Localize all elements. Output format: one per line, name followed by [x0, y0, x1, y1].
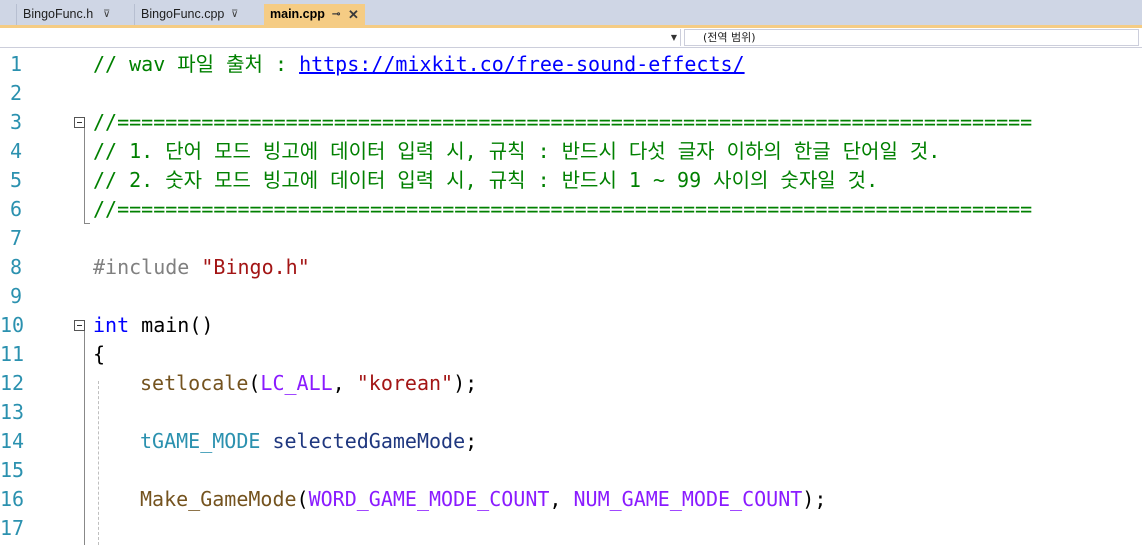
- line-number: 7: [9, 226, 22, 250]
- macro: NUM_GAME_MODE_COUNT: [573, 487, 803, 511]
- outline-guide: [84, 331, 85, 545]
- line-number: 1: [9, 52, 22, 76]
- pin-icon[interactable]: ⊽: [231, 4, 238, 25]
- line-number: 8: [9, 255, 22, 279]
- tab-label: BingoFunc.cpp: [141, 7, 225, 21]
- code-line-5: // 2. 숫자 모드 빙고에 데이터 입력 시, 규칙 : 반드시 1 ~ 9…: [93, 166, 878, 195]
- code-line-11: {: [93, 340, 105, 369]
- line-number: 9: [9, 284, 22, 308]
- line-number: 16: [0, 487, 25, 511]
- code-line-1: // wav 파일 출처 : https://mixkit.co/free-so…: [93, 50, 745, 79]
- function-name: setlocale: [140, 371, 249, 395]
- outline-guide: [84, 128, 85, 224]
- code-line-4: // 1. 단어 모드 빙고에 데이터 입력 시, 규칙 : 반드시 다섯 글자…: [93, 137, 940, 166]
- line-number: 15: [0, 458, 25, 482]
- punctuation: ,: [549, 487, 574, 511]
- navigation-bar: ▼ (전역 범위): [0, 28, 1142, 48]
- line-number: 14: [0, 429, 25, 453]
- document-tab-strip: BingoFunc.h ⊽ BingoFunc.cpp ⊽ main.cpp ⊸…: [0, 0, 1142, 28]
- outline-guide-end: [84, 223, 90, 224]
- macro: LC_ALL: [260, 371, 333, 395]
- punctuation: (: [248, 371, 261, 395]
- comment: // wav 파일 출처 :: [93, 52, 300, 76]
- url-link[interactable]: https://mixkit.co/free-sound-effects/: [299, 52, 745, 76]
- include-path: "Bingo.h": [201, 255, 310, 279]
- tab-bingofunc-h[interactable]: BingoFunc.h ⊽: [16, 4, 134, 25]
- code-line-12: setlocale(LC_ALL, "korean");: [140, 369, 477, 398]
- line-number: 10: [0, 313, 25, 337]
- line-number: 11: [0, 342, 25, 366]
- collapse-icon[interactable]: [74, 320, 85, 331]
- comment: // 1. 단어 모드 빙고에 데이터 입력 시, 규칙 : 반드시 다섯 글자…: [93, 139, 941, 163]
- type-name: tGAME_MODE: [140, 429, 261, 453]
- line-number: 4: [9, 139, 22, 163]
- code-line-3: //======================================…: [93, 108, 1032, 137]
- comment: // 2. 숫자 모드 빙고에 데이터 입력 시, 규칙 : 반드시 1 ~ 9…: [93, 168, 879, 192]
- macro: WORD_GAME_MODE_COUNT: [308, 487, 550, 511]
- keyword: int: [93, 313, 130, 337]
- scope-dropdown[interactable]: (전역 범위): [684, 29, 1139, 46]
- scope-dropdown-value: (전역 범위): [703, 31, 756, 44]
- code-editor[interactable]: 1 2 3 4 5 6 7 8 9 10 11 12 13 14 15 16 1…: [0, 48, 1142, 545]
- code-line-14: tGAME_MODE selectedGameMode;: [140, 427, 477, 456]
- string-literal: "korean": [356, 371, 454, 395]
- preprocessor-directive: #include: [93, 255, 202, 279]
- comment: //======================================…: [93, 197, 1033, 221]
- member-dropdown[interactable]: ▼: [0, 29, 681, 46]
- close-icon[interactable]: ✕: [348, 4, 359, 25]
- line-number: 5: [9, 168, 22, 192]
- line-number: 12: [0, 371, 25, 395]
- tab-label: main.cpp: [270, 7, 325, 21]
- chevron-down-icon: ▼: [670, 33, 677, 42]
- indent-guide: [98, 381, 99, 545]
- punctuation: );: [453, 371, 478, 395]
- code-line-8: #include "Bingo.h": [93, 253, 310, 282]
- function-signature: main(): [129, 313, 214, 337]
- punctuation: );: [802, 487, 827, 511]
- pin-icon[interactable]: ⊽: [103, 4, 110, 25]
- tab-strip-gap: [0, 4, 14, 25]
- tab-main-cpp[interactable]: main.cpp ⊸ ✕: [264, 4, 365, 25]
- code-line-6: //======================================…: [93, 195, 1032, 224]
- variable-name: selectedGameMode: [260, 429, 466, 453]
- tab-bingofunc-cpp[interactable]: BingoFunc.cpp ⊽: [134, 4, 262, 25]
- line-number: 3: [9, 110, 22, 134]
- line-number: 17: [0, 516, 25, 540]
- function-name: Make_GameMode: [140, 487, 297, 511]
- line-number: 2: [9, 81, 22, 105]
- punctuation: (: [296, 487, 309, 511]
- line-number: 13: [0, 400, 25, 424]
- brace: {: [93, 342, 106, 366]
- code-line-16: Make_GameMode(WORD_GAME_MODE_COUNT, NUM_…: [140, 485, 826, 514]
- collapse-icon[interactable]: [74, 117, 85, 128]
- line-number: 6: [9, 197, 22, 221]
- code-line-10: int main(): [93, 311, 213, 340]
- pin-icon[interactable]: ⊸: [332, 4, 340, 25]
- comment: //======================================…: [93, 110, 1033, 134]
- punctuation: ,: [332, 371, 357, 395]
- tab-label: BingoFunc.h: [23, 7, 94, 21]
- punctuation: ;: [465, 429, 478, 453]
